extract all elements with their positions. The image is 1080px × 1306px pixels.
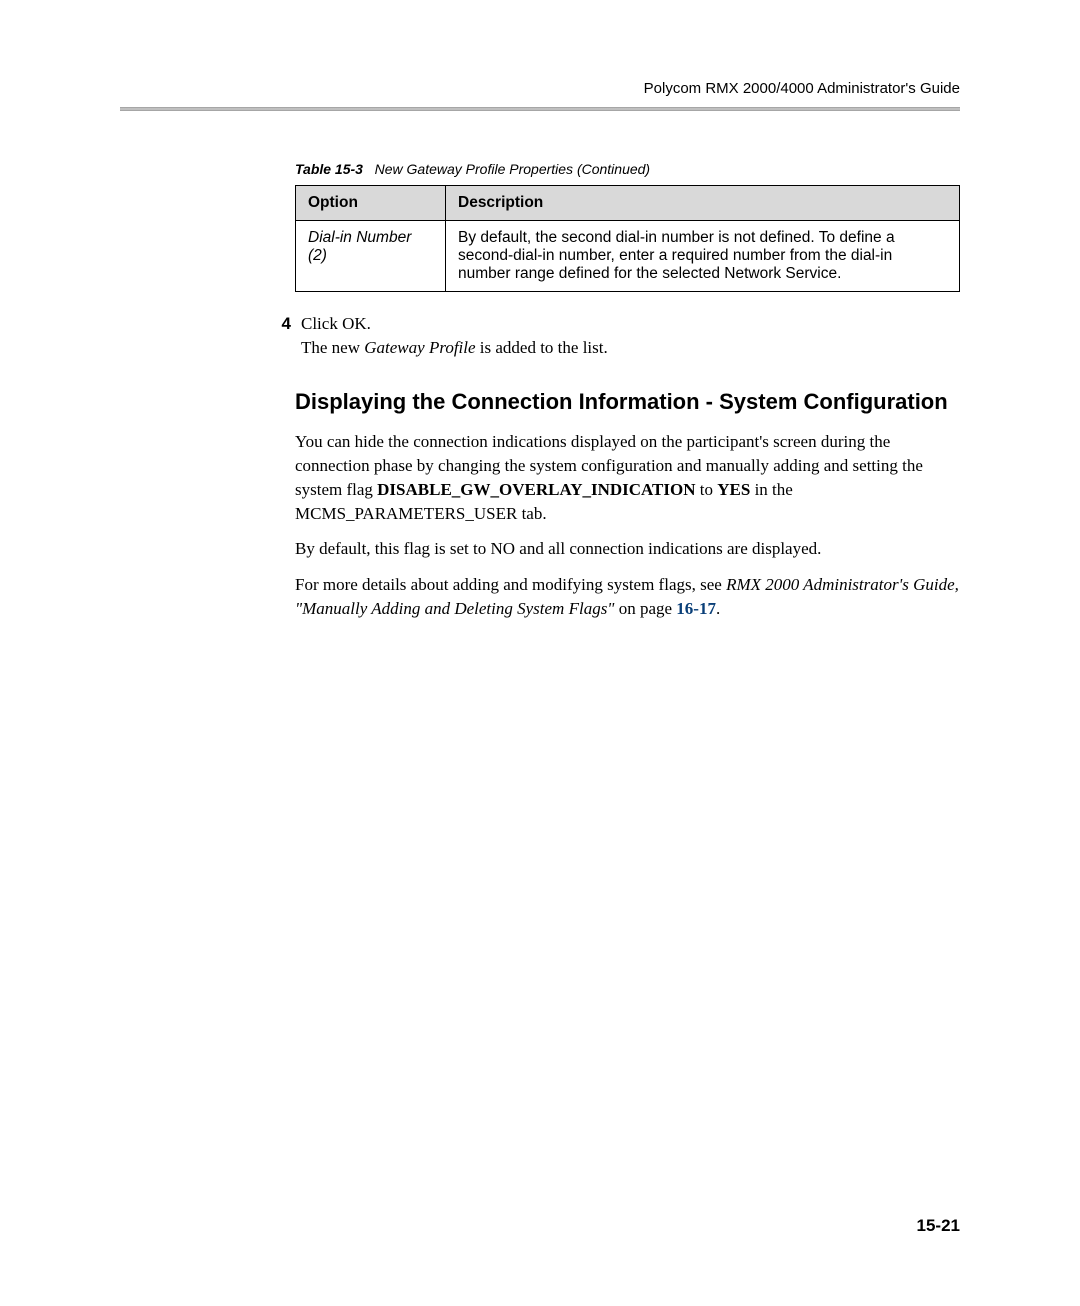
page-number: 15-21 xyxy=(917,1216,960,1236)
para1-bold-yes: YES xyxy=(717,480,750,499)
step-text: Click OK. xyxy=(301,314,371,333)
page-reference-link[interactable]: 16-17 xyxy=(676,599,716,618)
para3-period: . xyxy=(716,599,720,618)
table-caption-text xyxy=(367,161,375,177)
table-cell-description: By default, the second dial-in number is… xyxy=(446,221,960,292)
header-guide-title: Polycom RMX 2000/4000 Administrator's Gu… xyxy=(120,80,960,97)
step-row: 4 Click OK. The new Gateway Profile is a… xyxy=(295,312,960,360)
step-followup-suffix: is added to the list. xyxy=(476,338,608,357)
section-para-2: By default, this flag is set to NO and a… xyxy=(295,537,960,561)
table-cell-option: Dial-in Number (2) xyxy=(296,221,446,292)
properties-table: Option Description Dial-in Number (2) By… xyxy=(295,185,960,292)
para1-bold-flag: DISABLE_GW_OVERLAY_INDICATION xyxy=(377,480,695,499)
step-block: 4 Click OK. The new Gateway Profile is a… xyxy=(295,312,960,360)
step-followup-italic: Gateway Profile xyxy=(364,338,475,357)
step-number: 4 xyxy=(265,312,291,360)
table-header-row: Option Description xyxy=(296,186,960,221)
step-body: Click OK. The new Gateway Profile is add… xyxy=(301,312,960,360)
table-header-description: Description xyxy=(446,186,960,221)
table-caption-label: Table 15-3 xyxy=(295,161,363,177)
para1-mid1: to xyxy=(696,480,718,499)
header-rule xyxy=(120,107,960,111)
para3-suffix: on page xyxy=(614,599,676,618)
section-heading: Displaying the Connection Information - … xyxy=(295,388,960,417)
section-para-3: For more details about adding and modify… xyxy=(295,573,960,621)
content-area: Table 15-3 New Gateway Profile Propertie… xyxy=(295,161,960,621)
page-container: Polycom RMX 2000/4000 Administrator's Gu… xyxy=(0,0,1080,1306)
table-caption-body: New Gateway Profile Properties (Continue… xyxy=(375,161,650,177)
step-followup: The new Gateway Profile is added to the … xyxy=(301,336,960,360)
table-caption: Table 15-3 New Gateway Profile Propertie… xyxy=(295,161,960,177)
section-para-1: You can hide the connection indications … xyxy=(295,430,960,525)
table-header-option: Option xyxy=(296,186,446,221)
table-row: Dial-in Number (2) By default, the secon… xyxy=(296,221,960,292)
para3-prefix: For more details about adding and modify… xyxy=(295,575,726,594)
step-followup-prefix: The new xyxy=(301,338,364,357)
